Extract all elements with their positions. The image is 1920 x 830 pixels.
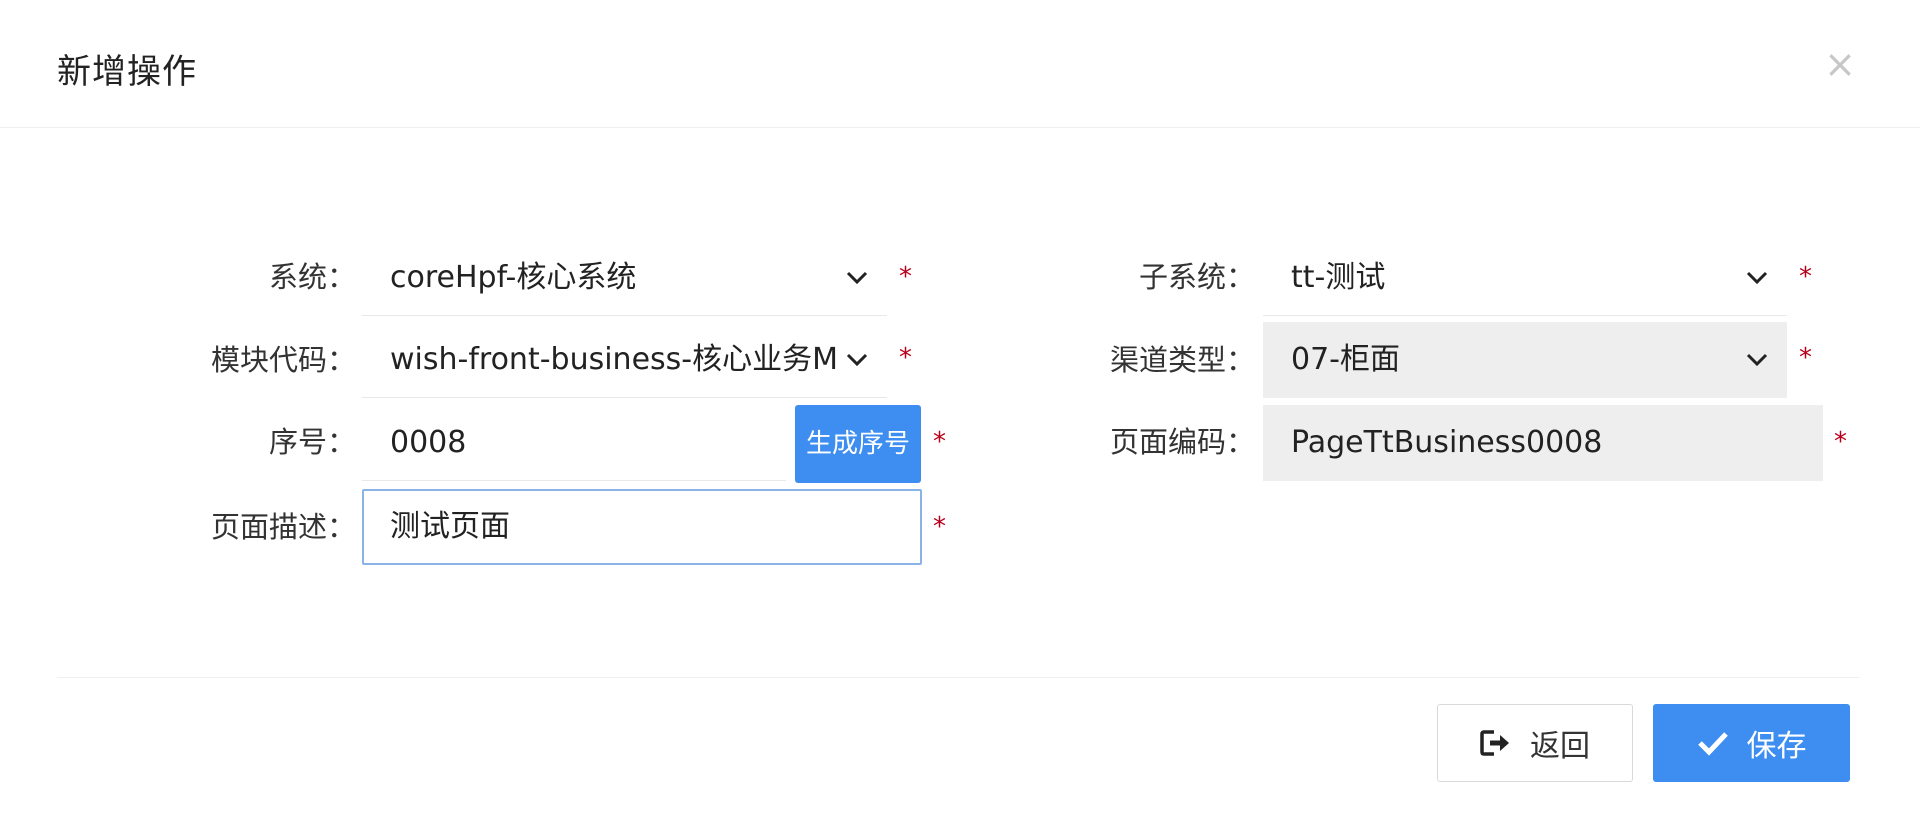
page-code-input[interactable]: PageTtBusiness0008: [1263, 405, 1823, 481]
sequence-value: 0008: [390, 425, 467, 460]
page-desc-value: 测试页面: [390, 509, 510, 544]
module-code-label: 模块代码：: [210, 343, 356, 377]
chevron-down-icon: [1737, 322, 1777, 398]
dialog-header: 新增操作 ×: [0, 0, 1920, 128]
save-button-label: 保存: [1746, 729, 1807, 764]
subsystem-value: tt-测试: [1291, 260, 1386, 295]
back-button-label: 返回: [1530, 729, 1590, 764]
system-select[interactable]: coreHpf-核心系统: [362, 240, 887, 316]
channel-type-select[interactable]: 07-柜面: [1263, 322, 1787, 398]
module-code-value: wish-front-business-核心业务M: [390, 342, 838, 377]
sequence-input[interactable]: 0008: [362, 405, 786, 481]
dialog-title: 新增操作: [57, 52, 197, 92]
subsystem-required-mark: *: [1799, 262, 1812, 292]
page-code-required-mark: *: [1834, 427, 1847, 457]
system-required-mark: *: [899, 262, 912, 292]
generate-sequence-button[interactable]: 生成序号: [795, 405, 921, 483]
add-operation-dialog: 新增操作 × 系统： coreHpf-核心系统 * 子系统： tt-测试 * 模…: [0, 0, 1920, 830]
channel-type-required-mark: *: [1799, 343, 1812, 373]
check-icon: [1697, 730, 1729, 756]
subsystem-label: 子系统：: [1138, 260, 1255, 294]
sequence-required-mark: *: [933, 427, 946, 457]
subsystem-select[interactable]: tt-测试: [1263, 240, 1787, 316]
page-code-value: PageTtBusiness0008: [1291, 425, 1603, 460]
page-code-label: 页面编码：: [1109, 425, 1255, 459]
system-value: coreHpf-核心系统: [390, 260, 637, 295]
channel-type-value: 07-柜面: [1291, 342, 1400, 377]
module-code-select[interactable]: wish-front-business-核心业务M: [362, 322, 887, 398]
chevron-down-icon: [837, 322, 877, 397]
page-desc-required-mark: *: [933, 512, 946, 542]
close-icon[interactable]: ×: [1820, 44, 1860, 84]
module-code-required-mark: *: [899, 343, 912, 373]
system-label: 系统：: [268, 260, 356, 294]
channel-type-label: 渠道类型：: [1109, 343, 1255, 377]
sequence-label: 序号：: [268, 425, 356, 459]
page-desc-input[interactable]: 测试页面: [362, 489, 922, 565]
sign-out-icon: [1480, 729, 1512, 757]
back-button[interactable]: 返回: [1437, 704, 1633, 782]
chevron-down-icon: [1737, 240, 1777, 315]
chevron-down-icon: [837, 240, 877, 315]
footer-divider: [57, 677, 1860, 678]
save-button[interactable]: 保存: [1653, 704, 1850, 782]
page-desc-label: 页面描述：: [210, 510, 356, 544]
